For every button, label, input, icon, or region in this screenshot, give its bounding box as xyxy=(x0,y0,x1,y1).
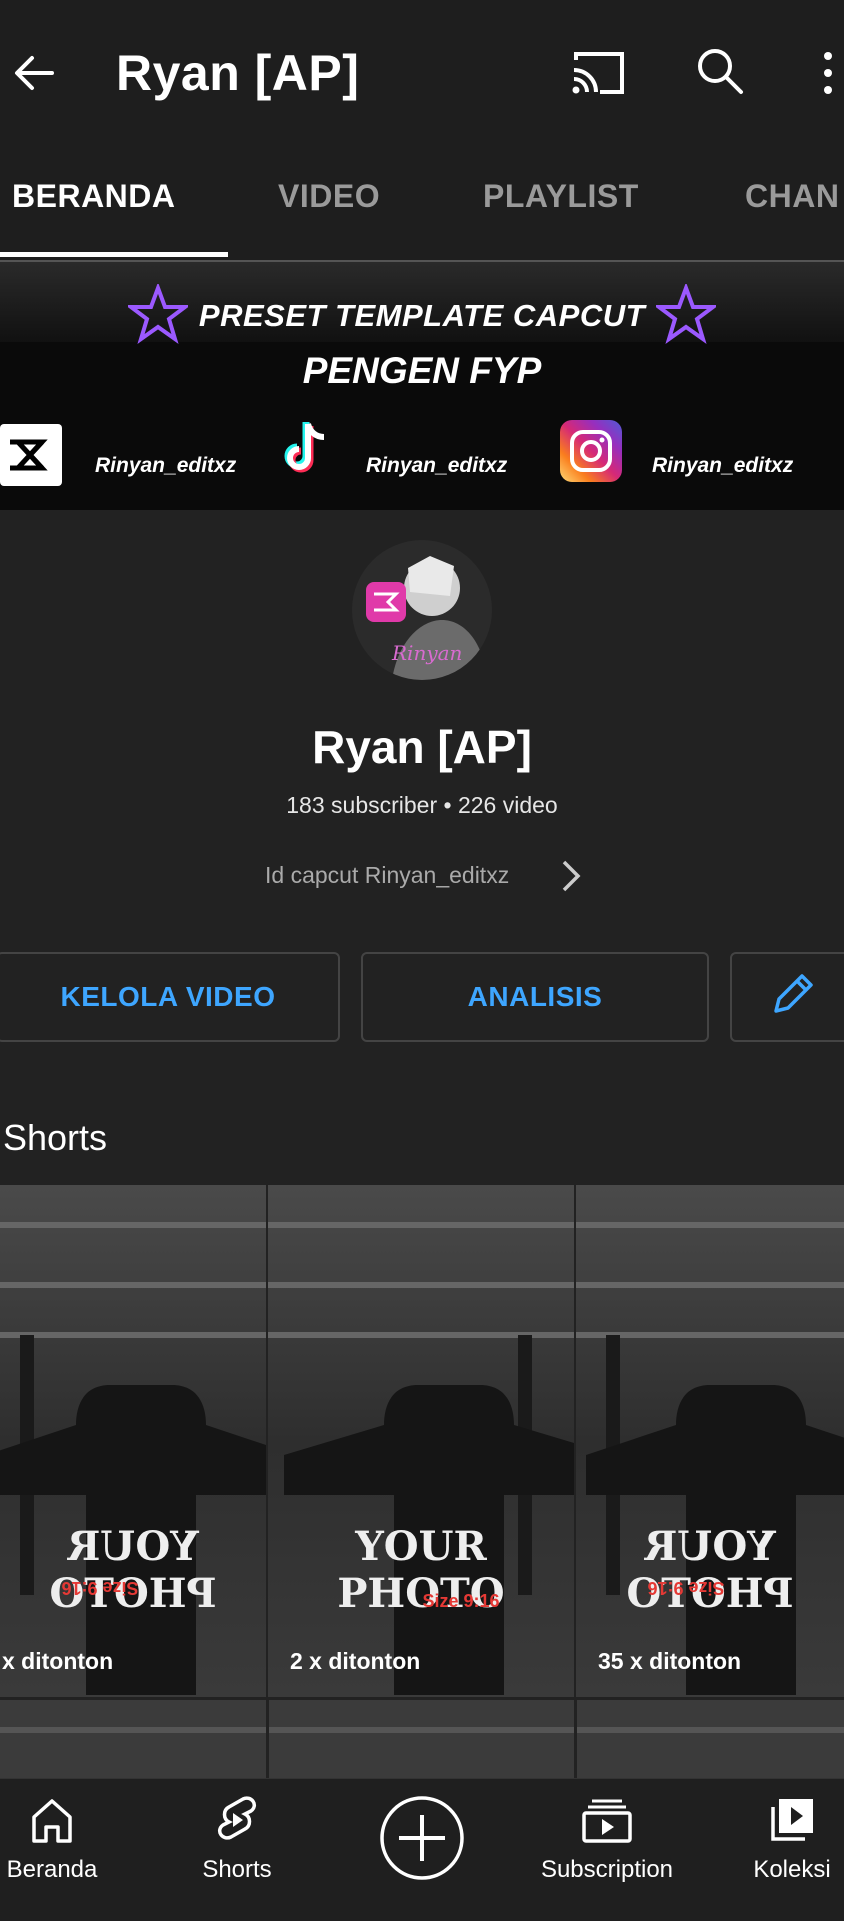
instagram-logo-icon xyxy=(560,420,622,482)
channel-banner: PRESET TEMPLATE CAPCUT PENGEN FYP Rinyan… xyxy=(0,262,844,510)
create-plus-icon xyxy=(379,1795,465,1886)
capcut-logo-icon xyxy=(0,424,62,486)
shorts-heading: Shorts xyxy=(3,1117,108,1158)
nav-item-beranda[interactable]: Beranda xyxy=(2,1779,102,1921)
manage-videos-button[interactable]: KELOLA VIDEO xyxy=(0,952,340,1042)
nav-label: Beranda xyxy=(6,1856,98,1883)
channel-title: Ryan [AP] xyxy=(116,45,360,101)
banner-handle-tiktok: Rinyan_editxz xyxy=(366,454,508,477)
analytics-button[interactable]: ANALISIS xyxy=(361,952,709,1042)
library-icon xyxy=(767,1795,817,1850)
short-thumbnail[interactable]: YOUR PHOTO Size 9:16 x ditonton xyxy=(0,1185,266,1697)
short-view-count: 2 x ditonton xyxy=(290,1648,421,1674)
channel-stats: 183 subscriber • 226 video xyxy=(286,792,558,818)
active-tab-indicator xyxy=(0,252,228,257)
nav-label: Koleksi xyxy=(753,1856,831,1883)
short-thumbnail[interactable]: YOUR PHOTO Size 9:16 35 x ditonton xyxy=(576,1185,844,1697)
more-vertical-icon[interactable] xyxy=(816,48,840,98)
bottom-navigation: Beranda Shorts Subscription Koleksi xyxy=(0,1778,844,1921)
tab-video[interactable]: VIDEO xyxy=(278,178,380,215)
short-overlay-text: YOUR PHOTO xyxy=(49,1523,217,1617)
tab-channels[interactable]: CHAN xyxy=(745,178,839,215)
short-overlay-size: Size 9:16 xyxy=(647,1578,725,1598)
nav-item-koleksi[interactable]: Koleksi xyxy=(742,1779,842,1921)
channel-description[interactable]: Id capcut Rinyan_editxz xyxy=(265,862,509,889)
channel-name: Ryan [AP] xyxy=(312,721,532,773)
back-arrow-icon[interactable] xyxy=(10,48,60,98)
pencil-icon xyxy=(768,969,818,1026)
edit-channel-button[interactable] xyxy=(730,952,844,1042)
short-view-count: 35 x ditonton xyxy=(598,1648,742,1674)
banner-handle-capcut: Rinyan_editxz xyxy=(95,454,237,477)
nav-item-shorts[interactable]: Shorts xyxy=(187,1779,287,1921)
shorts-row-partial xyxy=(0,1700,844,1780)
nav-item-subscription[interactable]: Subscription xyxy=(530,1779,684,1921)
banner-subheadline: PENGEN FYP xyxy=(302,350,542,391)
tab-playlist[interactable]: PLAYLIST xyxy=(483,178,639,215)
create-button[interactable] xyxy=(372,1779,472,1921)
nav-label: Shorts xyxy=(202,1856,272,1883)
shorts-icon xyxy=(213,1795,261,1850)
search-icon[interactable] xyxy=(695,46,745,96)
banner-handle-instagram: Rinyan_editxz xyxy=(652,454,794,477)
banner-headline: PRESET TEMPLATE CAPCUT xyxy=(198,298,646,333)
short-thumbnail[interactable]: YOUR PHOTO Size 9:16 2 x ditonton xyxy=(268,1185,574,1697)
svg-text:Rinyan: Rinyan xyxy=(391,641,462,665)
channel-tabs: BERANDA VIDEO PLAYLIST CHAN xyxy=(0,150,844,263)
home-icon xyxy=(28,1795,76,1850)
channel-avatar[interactable]: Rinyan xyxy=(352,540,492,680)
subscriptions-icon xyxy=(580,1795,634,1850)
short-overlay-text: YOUR PHOTO xyxy=(626,1523,794,1617)
nav-label: Subscription xyxy=(540,1856,674,1883)
tiktok-logo-icon xyxy=(282,420,332,476)
cast-icon[interactable] xyxy=(570,50,626,96)
short-overlay-size: Size 9:16 xyxy=(422,1591,500,1611)
tab-beranda[interactable]: BERANDA xyxy=(12,178,176,215)
short-view-count: x ditonton xyxy=(2,1648,114,1674)
chevron-right-icon[interactable] xyxy=(556,858,586,894)
short-overlay-size: Size 9:16 xyxy=(61,1578,139,1598)
